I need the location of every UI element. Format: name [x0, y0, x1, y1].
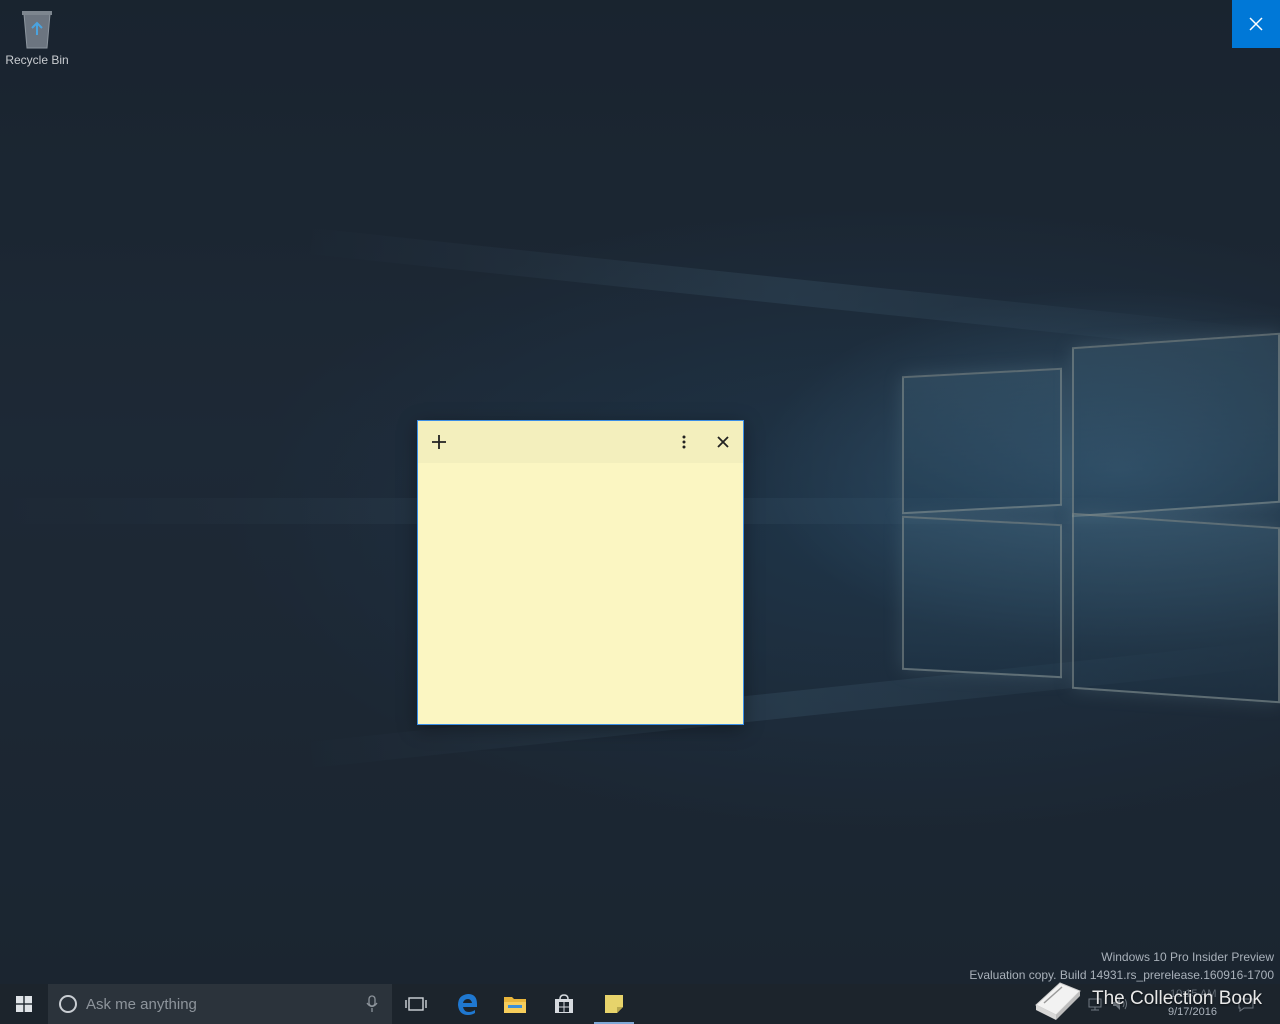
close-note-button[interactable]	[708, 427, 738, 457]
plus-icon	[432, 435, 446, 449]
cortana-search-box[interactable]: Ask me anything	[48, 984, 392, 1024]
edge-taskbar-button[interactable]	[443, 984, 491, 1024]
close-icon	[717, 436, 729, 448]
store-taskbar-button[interactable]	[540, 984, 588, 1024]
cortana-icon	[59, 995, 77, 1013]
store-icon	[555, 994, 573, 1013]
task-view-icon	[405, 997, 427, 1011]
task-view-button[interactable]	[392, 984, 440, 1024]
watermark-line-1: Windows 10 Pro Insider Preview	[1101, 950, 1274, 964]
sticky-note-window	[417, 420, 744, 725]
brand-text: The Collection Book	[1092, 988, 1263, 1009]
recycle-bin-shortcut[interactable]: Recycle Bin	[4, 6, 70, 67]
note-menu-button[interactable]	[669, 427, 699, 457]
recycle-bin-icon	[18, 6, 56, 50]
overlay-close-button[interactable]	[1232, 0, 1280, 48]
more-vertical-icon	[682, 435, 686, 449]
windows-start-icon	[16, 996, 32, 1012]
edge-icon	[458, 994, 477, 1015]
brand-watermark: The Collection Book	[1030, 975, 1262, 1023]
sticky-note-header[interactable]	[418, 421, 743, 463]
sticky-notes-taskbar-button[interactable]	[590, 984, 638, 1024]
file-explorer-icon	[504, 997, 526, 1013]
start-button[interactable]	[0, 984, 48, 1024]
book-logo-icon	[1035, 982, 1081, 1020]
sticky-notes-icon	[605, 995, 623, 1013]
close-icon	[1249, 17, 1263, 31]
recycle-bin-label: Recycle Bin	[5, 53, 69, 67]
new-note-button[interactable]	[424, 427, 454, 457]
microphone-icon[interactable]	[366, 995, 378, 1013]
search-placeholder: Ask me anything	[86, 995, 197, 1013]
file-explorer-taskbar-button[interactable]	[491, 984, 539, 1024]
note-text-area[interactable]	[418, 463, 743, 724]
